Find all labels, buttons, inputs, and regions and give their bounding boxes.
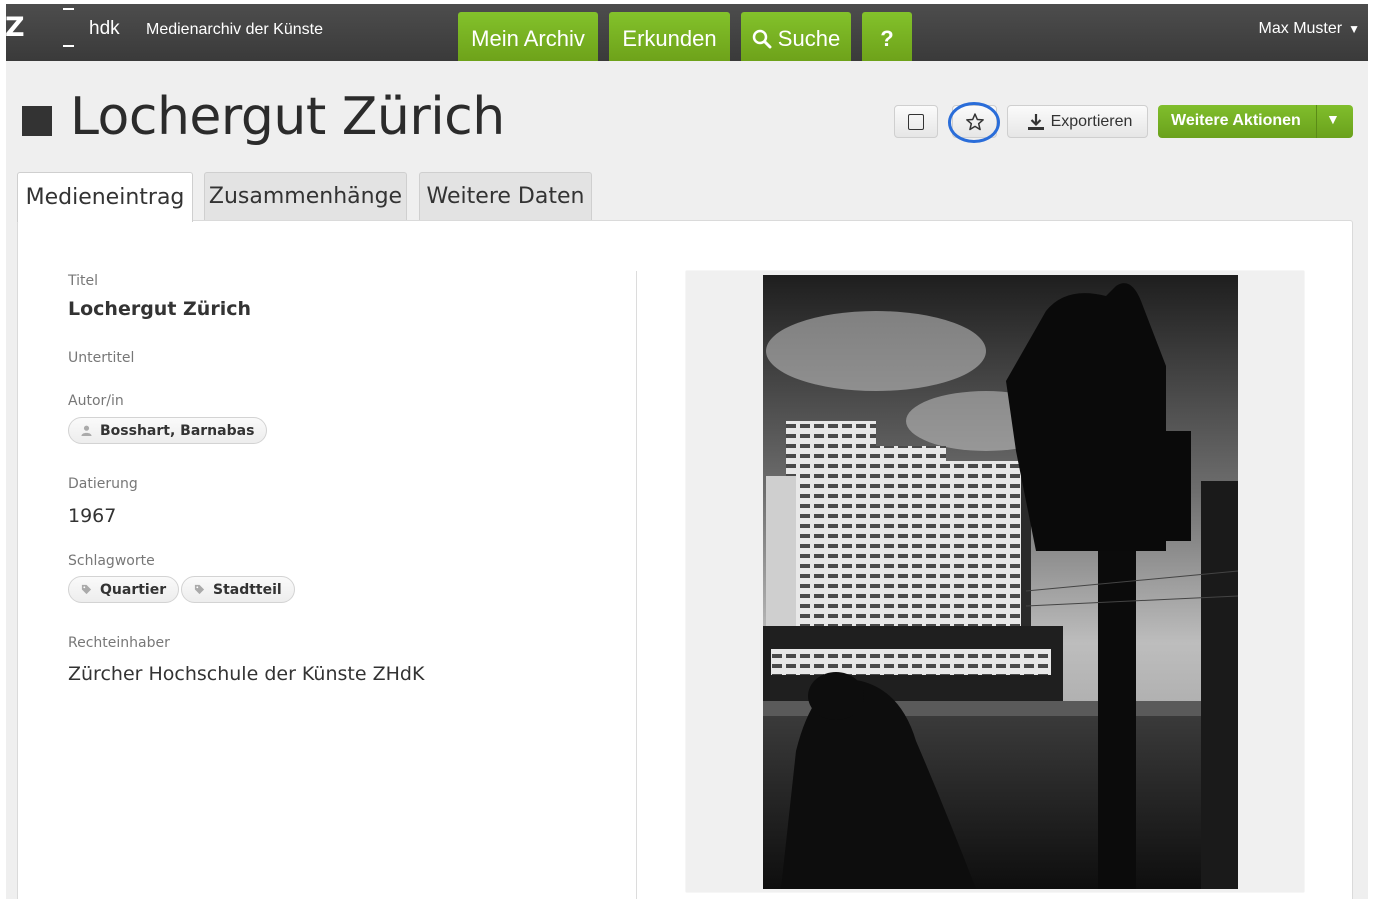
- user-menu[interactable]: Max Muster ▼: [1259, 20, 1360, 38]
- tab-weitere-daten-label: Weitere Daten: [426, 184, 585, 209]
- export-button[interactable]: Exportieren: [1007, 105, 1148, 138]
- media-preview-image[interactable]: [686, 271, 1304, 892]
- logo-hdk[interactable]: hdk: [89, 18, 120, 40]
- author-name: Bosshart, Barnabas: [100, 422, 255, 439]
- field-label-untertitel: Untertitel: [68, 350, 135, 366]
- author-pill[interactable]: Bosshart, Barnabas: [68, 417, 268, 444]
- export-label: Exportieren: [1050, 112, 1133, 130]
- tag-icon: [81, 584, 92, 595]
- search-icon: [752, 29, 772, 49]
- top-navigation-bar: Z hdk Medienarchiv der Künste Mein Archi…: [6, 4, 1368, 61]
- field-label-titel: Titel: [68, 273, 99, 289]
- media-entry-type-icon: [22, 106, 52, 136]
- focus-ring: [948, 102, 1000, 143]
- nav-suche-button[interactable]: Suche: [741, 12, 851, 61]
- tab-zusammenhaenge[interactable]: Zusammenhänge: [204, 172, 407, 220]
- column-divider: [636, 271, 637, 899]
- media-entry-panel: Titel Lochergut Zürich Untertitel Autor/…: [17, 220, 1353, 899]
- field-value-datierung: 1967: [68, 505, 117, 527]
- tab-medieneintrag[interactable]: Medieneintrag: [17, 172, 193, 222]
- user-name: Max Muster: [1258, 20, 1343, 37]
- chevron-down-icon[interactable]: ▼: [1326, 111, 1340, 127]
- nav-erkunden-button[interactable]: Erkunden: [609, 12, 730, 61]
- tag-icon: [194, 584, 205, 595]
- checkbox-icon: [908, 113, 924, 130]
- keyword-label: Stadtteil: [213, 581, 282, 598]
- keyword-pill[interactable]: Quartier: [68, 576, 180, 603]
- button-divider: [1316, 105, 1317, 138]
- select-button[interactable]: [894, 105, 938, 138]
- keyword-pill[interactable]: Stadtteil: [181, 576, 295, 603]
- field-value-titel: Lochergut Zürich: [68, 298, 252, 320]
- nav-erkunden-label: Erkunden: [622, 26, 717, 51]
- field-value-rechteinhaber: Zürcher Hochschule der Künste ZHdK: [68, 663, 425, 685]
- nav-help-button[interactable]: ?: [862, 12, 912, 61]
- field-label-datierung: Datierung: [68, 476, 138, 492]
- chevron-down-icon: ▼: [1348, 22, 1360, 36]
- keyword-label: Quartier: [100, 581, 167, 598]
- person-icon: [81, 425, 92, 436]
- nav-mein-archiv-label: Mein Archiv: [471, 26, 585, 51]
- download-icon: [1027, 113, 1044, 130]
- app-window: Z hdk Medienarchiv der Künste Mein Archi…: [6, 4, 1368, 899]
- field-label-rechteinhaber: Rechteinhaber: [68, 635, 170, 651]
- logo-bar-top: [63, 8, 74, 10]
- tab-weitere-daten[interactable]: Weitere Daten: [419, 172, 592, 220]
- weitere-aktionen-button[interactable]: Weitere Aktionen ▼: [1158, 105, 1353, 138]
- nav-suche-label: Suche: [777, 26, 841, 51]
- app-title[interactable]: Medienarchiv der Künste: [146, 21, 323, 39]
- field-label-schlagworte: Schlagworte: [68, 553, 155, 569]
- photo-illustration: [686, 271, 1304, 892]
- field-label-autor: Autor/in: [68, 393, 124, 409]
- logo-z[interactable]: Z: [6, 12, 25, 43]
- logo-bar-bottom: [63, 45, 74, 47]
- tab-zusammenhaenge-label: Zusammenhänge: [208, 184, 403, 209]
- nav-help-label: ?: [880, 26, 894, 51]
- nav-mein-archiv-button[interactable]: Mein Archiv: [458, 12, 598, 61]
- page-title: Lochergut Zürich: [70, 87, 505, 147]
- tab-medieneintrag-label: Medieneintrag: [25, 185, 185, 210]
- weitere-aktionen-label: Weitere Aktionen: [1171, 112, 1301, 129]
